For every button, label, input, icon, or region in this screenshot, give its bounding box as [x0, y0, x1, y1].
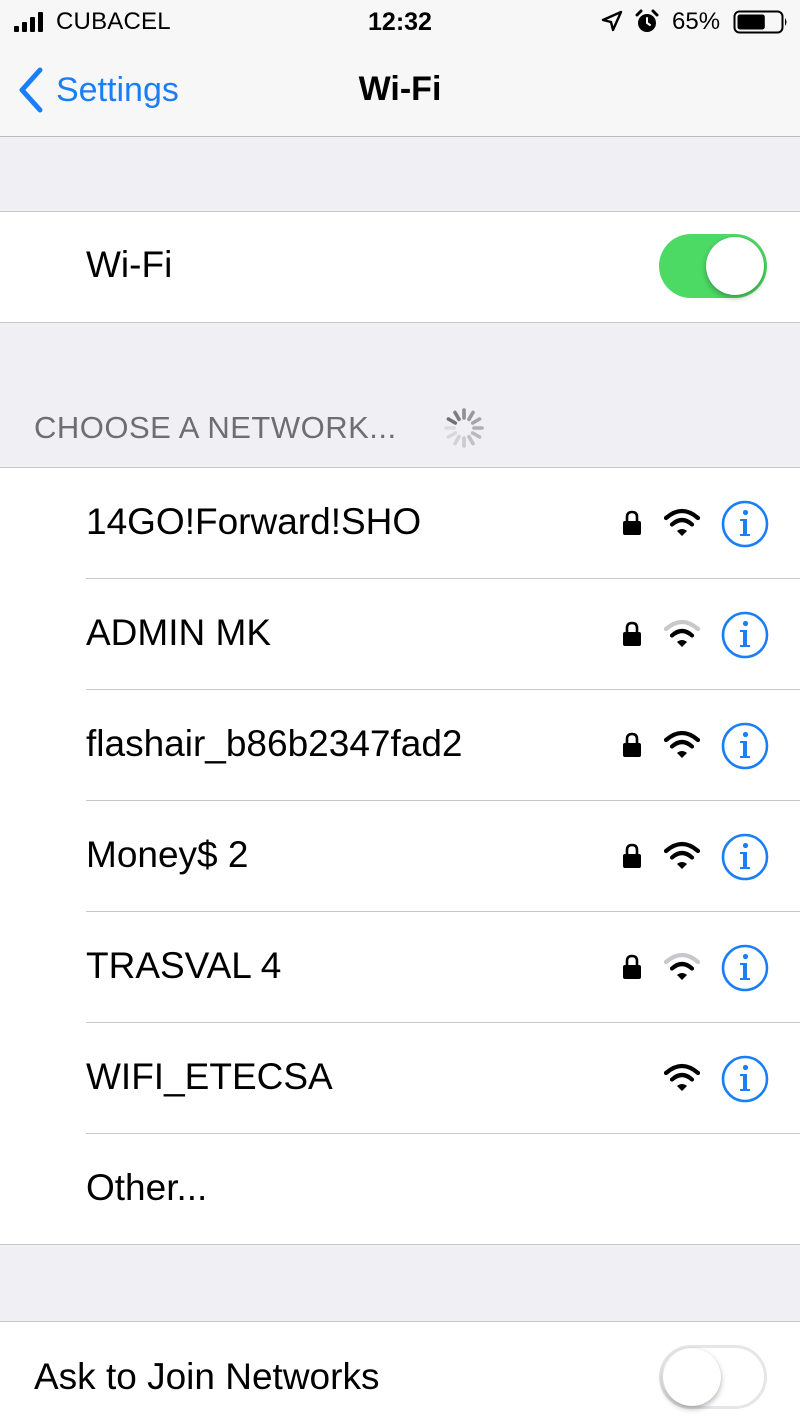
page-title: Wi-Fi [358, 70, 442, 108]
info-icon[interactable] [721, 833, 769, 881]
network-name: TRASVAL 4 [86, 945, 282, 986]
lock-icon [623, 621, 641, 646]
network-row[interactable]: flashair_b86b2347fad2 [0, 690, 800, 801]
lock-icon [623, 843, 641, 868]
choose-network-header: CHOOSE A NETWORK... [34, 410, 397, 445]
info-icon[interactable] [721, 1055, 769, 1103]
other-network-row[interactable]: Other... [0, 1134, 800, 1245]
wifi-signal-icon [664, 841, 700, 869]
wifi-settings-screen: CUBACEL 12:32 65% Settings Wi-Fi Wi-Fi C… [0, 0, 800, 1423]
network-row[interactable]: 14GO!Forward!SHO [0, 468, 800, 579]
wifi-signal-icon [664, 619, 700, 647]
wifi-signal-icon [664, 952, 700, 980]
network-list: 14GO!Forward!SHO ADMIN MK flashair_b86b234… [0, 467, 800, 1245]
wifi-signal-icon [664, 1063, 700, 1091]
wifi-toggle-label: Wi-Fi [86, 244, 173, 285]
activity-spinner-icon [444, 408, 484, 448]
network-row[interactable]: Money$ 2 [0, 801, 800, 912]
network-row[interactable]: WIFI_ETECSA [0, 1023, 800, 1134]
network-name: WIFI_ETECSA [86, 1056, 333, 1097]
network-name: Money$ 2 [86, 834, 249, 875]
network-name: ADMIN MK [86, 612, 271, 653]
info-icon[interactable] [721, 500, 769, 548]
network-row[interactable]: ADMIN MK [0, 579, 800, 690]
wifi-signal-icon [664, 508, 700, 536]
wifi-signal-icon [664, 730, 700, 758]
info-icon[interactable] [721, 611, 769, 659]
toggle-knob [663, 1348, 721, 1406]
location-arrow-icon [601, 10, 623, 32]
status-bar: CUBACEL 12:32 65% [0, 0, 800, 44]
other-network-label: Other... [86, 1167, 208, 1208]
battery-percent: 65% [672, 8, 721, 35]
toggle-knob [706, 237, 764, 295]
info-icon[interactable] [721, 722, 769, 770]
battery-icon [733, 10, 787, 34]
network-name: flashair_b86b2347fad2 [86, 723, 463, 764]
lock-icon [623, 510, 641, 535]
wifi-toggle-row: Wi-Fi [0, 211, 800, 323]
ask-to-join-label: Ask to Join Networks [34, 1356, 380, 1397]
navigation-bar: Settings Wi-Fi [0, 44, 800, 137]
info-icon[interactable] [721, 944, 769, 992]
network-row[interactable]: TRASVAL 4 [0, 912, 800, 1023]
network-name: 14GO!Forward!SHO [86, 501, 422, 542]
lock-icon [623, 732, 641, 757]
ask-to-join-row: Ask to Join Networks [0, 1321, 800, 1423]
wifi-toggle-switch[interactable] [659, 234, 767, 298]
lock-icon [623, 954, 641, 979]
ask-to-join-switch[interactable] [659, 1345, 767, 1409]
alarm-icon [635, 9, 659, 32]
